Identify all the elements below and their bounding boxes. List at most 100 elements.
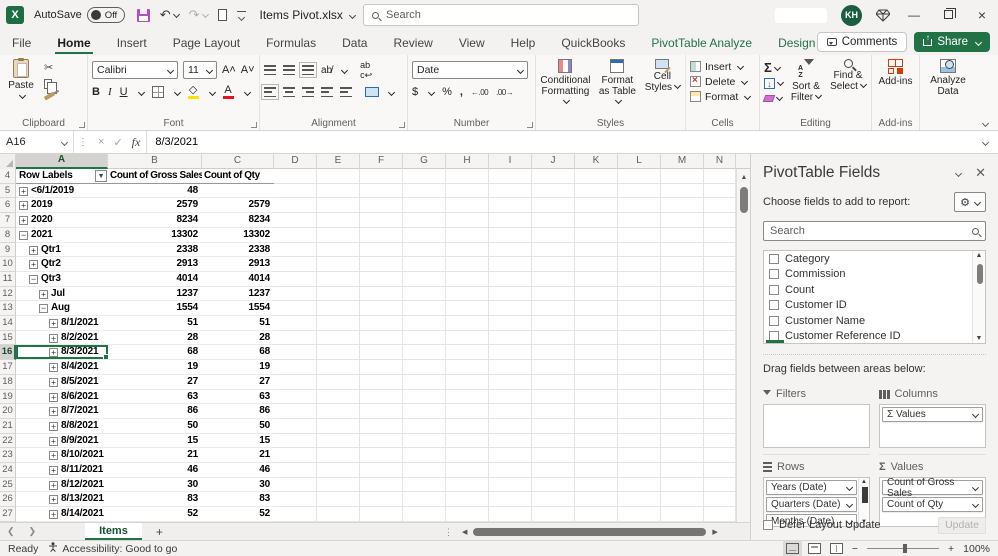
empty-cell[interactable]	[661, 360, 704, 375]
fields-scroll-down-icon[interactable]: ▼	[973, 335, 985, 342]
empty-cell[interactable]	[704, 433, 736, 449]
empty-cell[interactable]	[575, 183, 618, 199]
empty-cell[interactable]	[618, 433, 661, 449]
gem-icon[interactable]	[876, 9, 890, 22]
empty-cell[interactable]	[317, 345, 360, 361]
zoom-slider[interactable]	[867, 544, 939, 553]
empty-cell[interactable]	[360, 463, 403, 478]
column-header-b[interactable]: B	[108, 154, 202, 169]
column-header-a[interactable]: A	[16, 154, 108, 169]
empty-cell[interactable]	[274, 345, 317, 361]
empty-cell[interactable]	[489, 345, 532, 361]
empty-cell[interactable]	[317, 330, 360, 346]
collapse-icon[interactable]: −	[19, 231, 28, 240]
empty-cell[interactable]	[317, 198, 360, 214]
empty-cell[interactable]	[618, 374, 661, 390]
empty-cell[interactable]	[446, 169, 489, 184]
pivot-value-cell[interactable]: 63	[202, 389, 274, 405]
empty-cell[interactable]	[317, 213, 360, 228]
horizontal-scrollbar[interactable]: ⋮ ◀ ▶	[444, 523, 721, 541]
empty-cell[interactable]	[704, 257, 736, 272]
empty-cell[interactable]	[317, 463, 360, 478]
column-header-d[interactable]: D	[274, 154, 317, 169]
zoom-level[interactable]: 100%	[963, 543, 990, 555]
empty-cell[interactable]	[317, 492, 360, 508]
empty-cell[interactable]	[317, 301, 360, 317]
empty-cell[interactable]	[704, 301, 736, 317]
empty-cell[interactable]	[575, 345, 618, 361]
empty-cell[interactable]	[704, 227, 736, 243]
empty-cell[interactable]	[532, 271, 575, 287]
empty-cell[interactable]	[532, 507, 575, 522]
row-header-22[interactable]: 22	[0, 433, 16, 449]
empty-cell[interactable]	[618, 242, 661, 258]
empty-cell[interactable]	[661, 418, 704, 434]
empty-cell[interactable]	[489, 286, 532, 302]
empty-cell[interactable]	[403, 463, 446, 478]
empty-cell[interactable]	[360, 360, 403, 375]
empty-cell[interactable]	[618, 463, 661, 478]
empty-cell[interactable]	[403, 330, 446, 346]
pivot-label-cell[interactable]: +8/13/2021	[16, 492, 108, 508]
field-checkbox[interactable]	[769, 315, 779, 326]
restore-button[interactable]	[938, 8, 958, 22]
borders-chevron-icon[interactable]	[173, 88, 181, 96]
close-button[interactable]: ×	[972, 7, 992, 23]
fields-scroll-up-icon[interactable]: ▲	[973, 252, 985, 259]
empty-cell[interactable]	[446, 463, 489, 478]
pivot-label-cell[interactable]: +8/6/2021	[16, 389, 108, 405]
new-sheet-button[interactable]: +	[142, 525, 177, 539]
empty-cell[interactable]	[704, 492, 736, 508]
pivot-value-cell[interactable]: 83	[202, 492, 274, 508]
pivot-value-cell[interactable]: 48	[108, 183, 202, 199]
empty-cell[interactable]	[575, 198, 618, 214]
sheet-prev-icon[interactable]: ❮	[0, 526, 22, 537]
empty-cell[interactable]	[317, 433, 360, 449]
empty-cell[interactable]	[575, 492, 618, 508]
empty-cell[interactable]	[575, 374, 618, 390]
empty-cell[interactable]	[360, 448, 403, 464]
empty-cell[interactable]	[618, 389, 661, 405]
empty-cell[interactable]	[403, 360, 446, 375]
empty-cell[interactable]	[618, 330, 661, 346]
pill-chevron-icon[interactable]	[971, 410, 980, 419]
empty-cell[interactable]	[661, 301, 704, 317]
menu-tab-review[interactable]: Review	[391, 32, 434, 54]
empty-cell[interactable]	[532, 330, 575, 346]
grid-body[interactable]: 4 Row Labels ▼ Count of Gross Sales Count of…	[0, 169, 750, 522]
expand-icon[interactable]: +	[19, 216, 28, 226]
page-break-view-icon[interactable]	[829, 543, 843, 554]
number-dialog-launcher[interactable]	[527, 122, 533, 128]
empty-cell[interactable]	[618, 213, 661, 228]
empty-cell[interactable]	[704, 418, 736, 434]
empty-cell[interactable]	[618, 169, 661, 184]
pivot-value-cell[interactable]: 21	[202, 448, 274, 464]
empty-cell[interactable]	[360, 286, 403, 302]
empty-cell[interactable]	[446, 316, 489, 331]
expand-icon[interactable]: +	[49, 466, 58, 476]
document-icon[interactable]	[217, 9, 227, 21]
empty-cell[interactable]	[489, 404, 532, 419]
excel-app-icon[interactable]: X	[6, 6, 24, 24]
empty-cell[interactable]	[446, 271, 489, 287]
row-header-20[interactable]: 20	[0, 404, 16, 419]
empty-cell[interactable]	[403, 492, 446, 508]
font-dialog-launcher[interactable]	[251, 122, 257, 128]
pivot-value-cell[interactable]: 2913	[108, 257, 202, 272]
empty-cell[interactable]	[618, 492, 661, 508]
empty-cell[interactable]	[403, 404, 446, 419]
pivot-label-cell[interactable]: Row Labels ▼	[16, 169, 108, 184]
empty-cell[interactable]	[274, 330, 317, 346]
pivot-label-cell[interactable]: +8/12/2021	[16, 477, 108, 493]
pivot-value-cell[interactable]: 1237	[108, 286, 202, 302]
empty-cell[interactable]	[360, 404, 403, 419]
menu-tab-help[interactable]: Help	[509, 32, 538, 54]
empty-cell[interactable]	[704, 360, 736, 375]
empty-cell[interactable]	[274, 507, 317, 522]
empty-cell[interactable]	[360, 213, 403, 228]
row-header-17[interactable]: 17	[0, 360, 16, 375]
font-color-chevron-icon[interactable]	[243, 88, 251, 96]
comments-button[interactable]: Comments	[816, 32, 908, 52]
empty-cell[interactable]	[618, 227, 661, 243]
empty-cell[interactable]	[661, 257, 704, 272]
